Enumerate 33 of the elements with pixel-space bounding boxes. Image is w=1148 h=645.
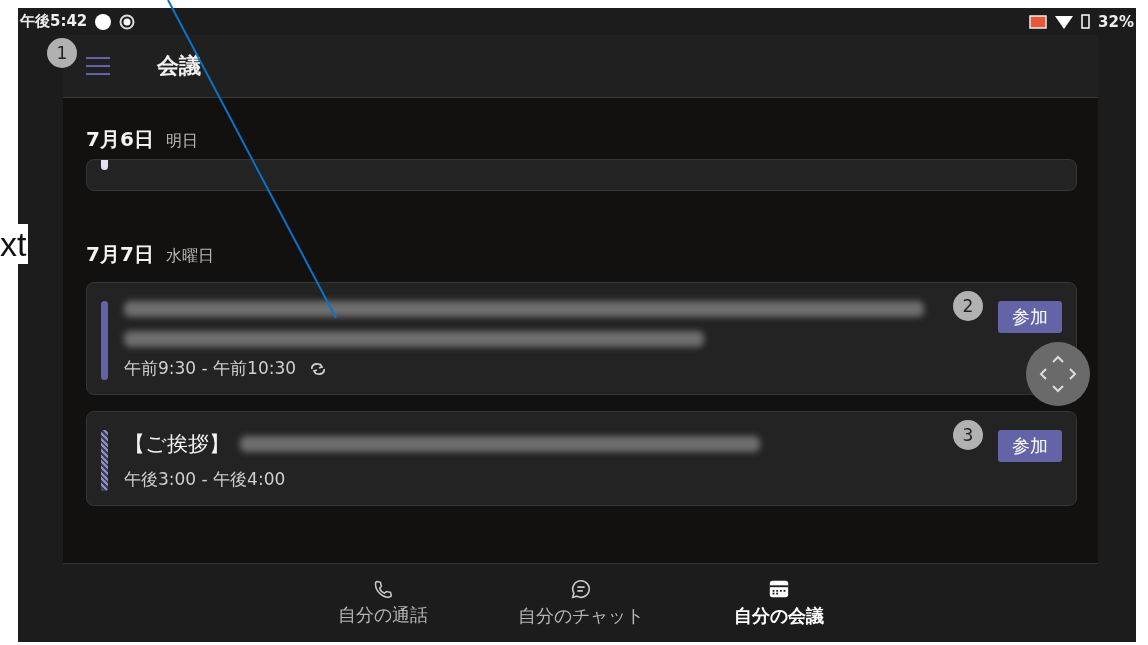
calendar-icon [767, 578, 790, 600]
date-heading: 7月6日 [86, 126, 154, 153]
meeting-time: 午前9:30 - 午前10:30 [124, 357, 297, 380]
meeting-card[interactable]: 【ご挨拶】 午後3:00 - 午後4:00 参加 3 [86, 411, 1077, 506]
nav-tab[interactable]: 自分の通話 [283, 564, 482, 642]
date-heading: 7月7日 [86, 241, 154, 268]
chat-icon [569, 578, 592, 600]
battery-icon [1081, 14, 1091, 29]
meeting-title: 【ご挨拶】 [124, 431, 230, 458]
phone-icon [372, 579, 393, 599]
meeting-time: 午後3:00 - 午後4:00 [124, 468, 286, 491]
circle-icon [95, 13, 112, 30]
join-button[interactable]: 参加 [998, 301, 1062, 333]
meeting-card[interactable]: 午前9:30 - 午前10:30 参加 2 [86, 282, 1077, 395]
nav-tab[interactable]: 自分の会議 [679, 564, 878, 642]
status-time: 午後5:42 [20, 12, 88, 31]
day-label: 明日 [165, 131, 198, 152]
recurring-icon [310, 361, 327, 376]
dpad-icon[interactable] [1026, 342, 1090, 406]
join-button[interactable]: 参加 [998, 430, 1062, 462]
battery-percent: 32% [1098, 12, 1134, 31]
nav-tab[interactable]: 自分のチャット [481, 564, 680, 642]
cast-icon [1029, 14, 1048, 29]
card-accent [101, 160, 108, 170]
page-title: 会議 [157, 52, 201, 80]
menu-icon[interactable] [85, 56, 111, 76]
annotation-marker: 2 [953, 291, 983, 321]
day-label: 水曜日 [165, 246, 214, 267]
wifi-icon [1055, 14, 1074, 29]
annotation-marker: 3 [953, 420, 983, 450]
annotation-marker: 1 [47, 38, 77, 68]
callout-text: xt [0, 224, 29, 264]
record-icon [119, 13, 136, 30]
